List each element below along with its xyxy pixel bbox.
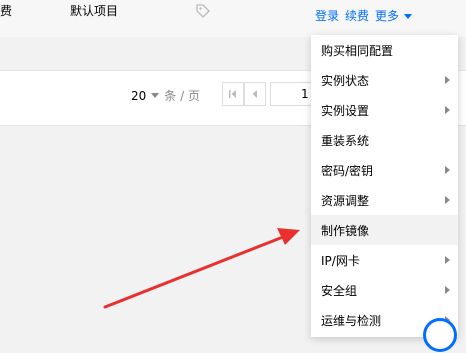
menu-item-label: 实例设置	[321, 103, 370, 118]
menu-item-label: IP/网卡	[321, 253, 360, 268]
menu-item-ip-nic[interactable]: IP/网卡	[311, 245, 458, 275]
chevron-right-icon	[445, 76, 450, 84]
page-size-select[interactable]: 20 条 / 页	[131, 87, 200, 104]
first-page-button[interactable]	[222, 82, 244, 106]
renew-link[interactable]: 续费	[345, 8, 369, 24]
chevron-right-icon	[445, 256, 450, 264]
chevron-right-icon	[445, 196, 450, 204]
tag-icon[interactable]	[195, 3, 211, 19]
first-page-icon	[229, 90, 236, 98]
prev-page-icon	[252, 90, 257, 98]
menu-item-label: 资源调整	[321, 193, 370, 208]
page-size-value: 20	[131, 88, 147, 103]
menu-item-label: 制作镜像	[321, 223, 370, 238]
menu-item-reinstall-system[interactable]: 重装系统	[311, 125, 458, 155]
more-label: 更多	[374, 9, 399, 23]
menu-item-label: 实例状态	[321, 73, 370, 88]
menu-item-label: 重装系统	[321, 133, 370, 148]
more-dropdown-button[interactable]: 更多	[375, 8, 412, 24]
chevron-right-icon	[445, 166, 450, 174]
help-float-button[interactable]	[423, 318, 457, 352]
menu-item-instance-status[interactable]: 实例状态	[311, 65, 458, 95]
chevron-down-icon	[151, 93, 160, 98]
menu-item-create-image[interactable]: 制作镜像	[311, 215, 458, 245]
project-cell: 默认项目	[70, 4, 119, 18]
chevron-right-icon	[445, 286, 450, 294]
more-dropdown-menu: 购买相同配置 实例状态 实例设置 重装系统 密码/密钥 资源调整 制作镜像 IP…	[311, 35, 458, 337]
menu-item-buy-same-config[interactable]: 购买相同配置	[311, 35, 458, 65]
login-link[interactable]: 登录	[315, 8, 339, 24]
menu-item-label: 运维与检测	[321, 313, 382, 328]
table-row: 费 默认项目 登录 续费 更多	[0, 0, 466, 37]
page-size-unit: 条 / 页	[164, 89, 200, 103]
billing-cell: 费	[0, 4, 13, 18]
menu-item-label: 安全组	[321, 283, 358, 298]
prev-page-button[interactable]	[244, 82, 266, 106]
row-actions: 登录 续费 更多	[309, 7, 466, 25]
menu-item-security-group[interactable]: 安全组	[311, 275, 458, 305]
menu-item-label: 购买相同配置	[321, 43, 394, 58]
menu-item-resource-adjust[interactable]: 资源调整	[311, 185, 458, 215]
menu-item-password-key[interactable]: 密码/密钥	[311, 155, 458, 185]
menu-item-instance-settings[interactable]: 实例设置	[311, 95, 458, 125]
chevron-right-icon	[445, 106, 450, 114]
chevron-down-icon	[404, 14, 412, 19]
menu-item-label: 密码/密钥	[321, 163, 374, 178]
